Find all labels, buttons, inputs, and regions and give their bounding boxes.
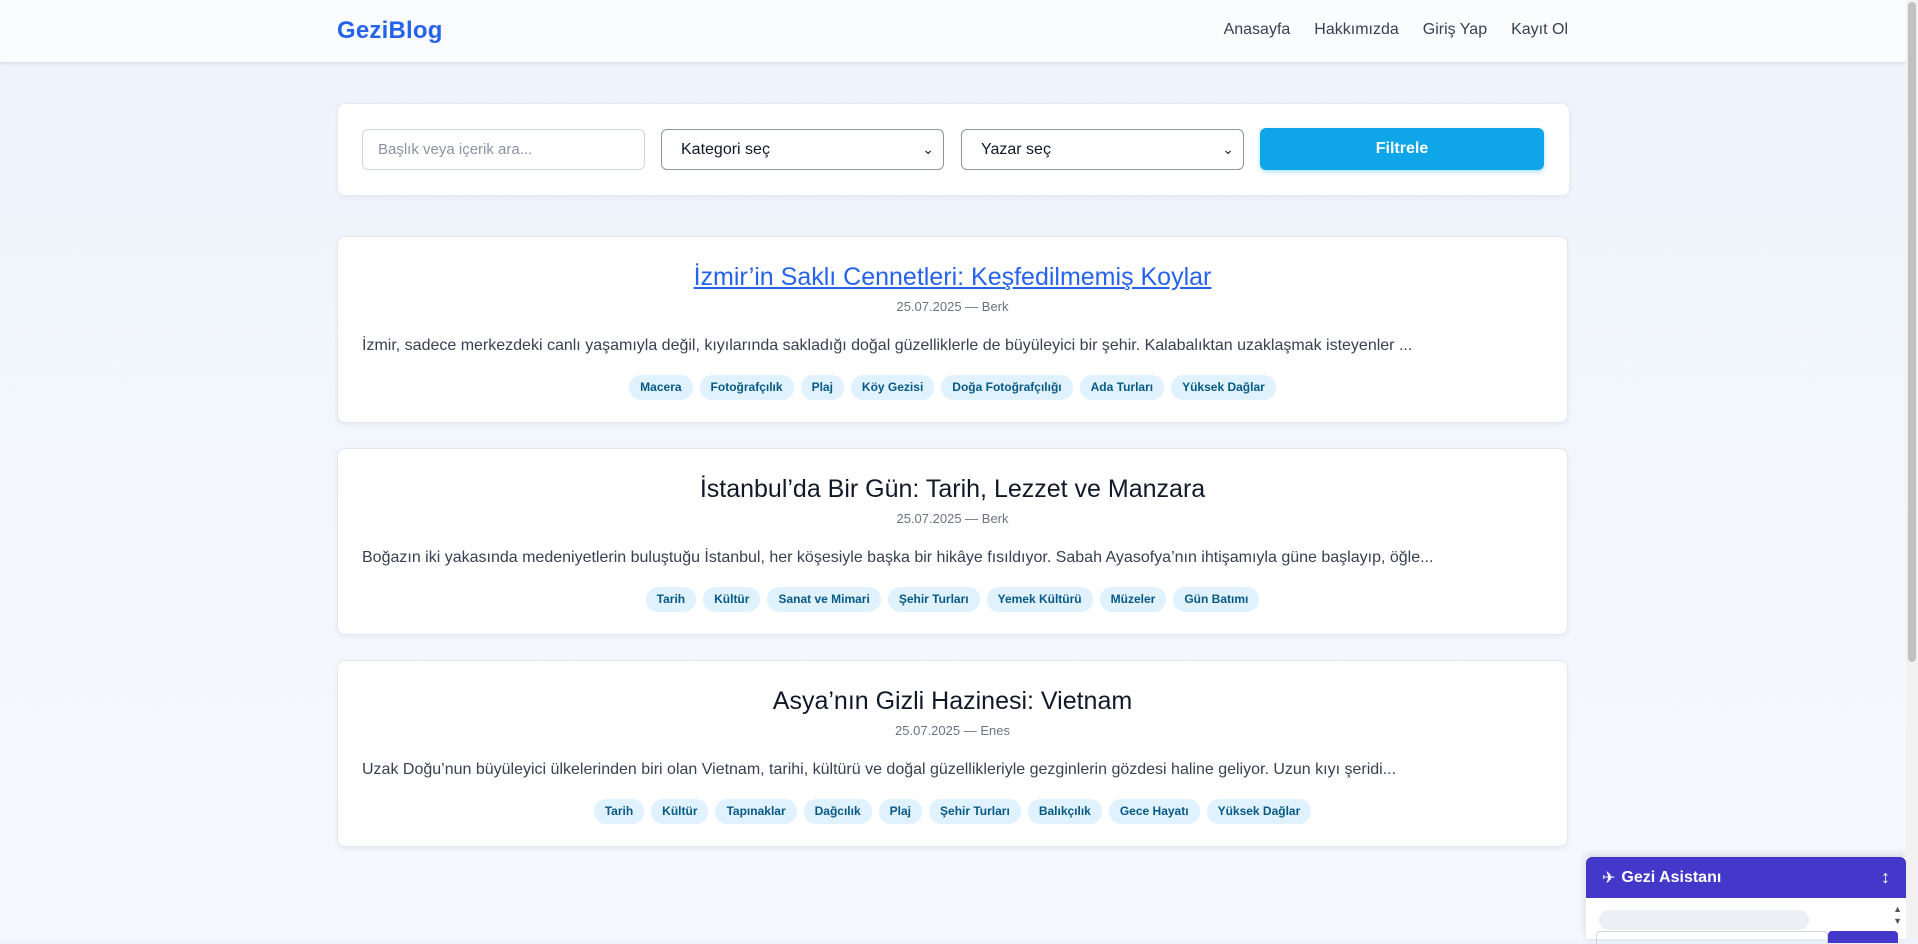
tag[interactable]: Dağcılık [803,799,872,824]
tag[interactable]: Köy Gezisi [850,375,935,400]
tag[interactable]: Sanat ve Mimari [767,587,881,612]
nav-link-home[interactable]: Anasayfa [1224,21,1291,39]
nav-link-login[interactable]: Giriş Yap [1423,21,1487,39]
chat-header[interactable]: ✈ Gezi Asistanı ↕ [1586,857,1906,898]
airplane-icon: ✈ [1602,869,1616,887]
scrollbar-thumb[interactable] [1908,2,1916,662]
post-card: İstanbul’da Bir Gün: Tarih, Lezzet ve Ma… [337,448,1568,635]
tag[interactable]: Tapınaklar [715,799,797,824]
post-title[interactable]: İstanbul’da Bir Gün: Tarih, Lezzet ve Ma… [338,475,1567,504]
tag[interactable]: Gün Batımı [1173,587,1260,612]
nav-link-register[interactable]: Kayıt Ol [1511,21,1568,39]
tag[interactable]: Doğa Fotoğrafçılığı [941,375,1073,400]
tag-list: Tarih Kültür Tapınaklar Dağcılık Plaj Şe… [338,799,1567,824]
post-excerpt: İzmir, sadece merkezdeki canlı yaşamıyla… [362,337,1413,354]
tag[interactable]: Tarih [645,587,697,612]
post-excerpt: Boğazın iki yakasında medeniyetlerin bul… [362,549,1434,566]
tag[interactable]: Fotoğrafçılık [699,375,794,400]
tag[interactable]: Yüksek Dağlar [1171,375,1276,400]
post-excerpt: Uzak Doğu’nun büyüleyici ülkelerinden bi… [362,761,1397,778]
tag[interactable]: Kültür [651,799,709,824]
top-navbar: GeziBlog Anasayfa Hakkımızda Giriş Yap K… [0,0,1906,62]
tag-list: Macera Fotoğrafçılık Plaj Köy Gezisi Doğ… [338,375,1567,400]
tag[interactable]: Plaj [878,799,923,824]
chat-title: Gezi Asistanı [1621,868,1722,886]
resize-toggle-icon[interactable]: ↕ [1881,867,1890,888]
brand-logo[interactable]: GeziBlog [337,17,443,45]
tag-list: Tarih Kültür Sanat ve Mimari Şehir Turla… [338,587,1567,612]
chat-widget: ✈ Gezi Asistanı ↕ ▲ ▼ [1586,857,1906,944]
author-select-value: Yazar seç [981,141,1051,158]
chat-send-button[interactable] [1828,931,1898,943]
post-title-link[interactable]: İzmir’in Saklı Cennetleri: Keşfedilmemiş… [338,263,1567,292]
tag[interactable]: Macera [629,375,693,400]
chat-scroll-arrows-icon[interactable]: ▲ ▼ [1893,903,1902,927]
chat-message-bubble [1599,910,1809,930]
tag[interactable]: Tarih [593,799,645,824]
main-nav: Anasayfa Hakkımızda Giriş Yap Kayıt Ol [1224,21,1568,39]
category-select[interactable]: Kategori seç ⌄ [661,129,944,170]
tag[interactable]: Müzeler [1099,587,1167,612]
filter-button[interactable]: Filtrele [1260,128,1544,170]
post-meta: 25.07.2025 — Berk [896,511,1009,526]
post-card: Asya’nın Gizli Hazinesi: Vietnam 25.07.2… [337,660,1568,847]
search-input[interactable] [362,129,645,170]
filter-panel: Kategori seç ⌄ Yazar seç ⌄ Filtrele [337,103,1570,196]
chevron-down-icon: ⌄ [1222,141,1234,157]
chat-input[interactable] [1596,931,1828,944]
post-meta: 25.07.2025 — Enes [895,723,1010,738]
post-card: İzmir’in Saklı Cennetleri: Keşfedilmemiş… [337,236,1568,423]
tag[interactable]: Yemek Kültürü [986,587,1093,612]
tag[interactable]: Balıkçılık [1027,799,1102,824]
tag[interactable]: Gece Hayatı [1108,799,1200,824]
tag[interactable]: Kültür [703,587,761,612]
chat-body: ▲ ▼ [1586,898,1906,944]
tag[interactable]: Ada Turları [1079,375,1165,400]
tag[interactable]: Şehir Turları [929,799,1021,824]
post-meta: 25.07.2025 — Berk [896,299,1009,314]
nav-link-about[interactable]: Hakkımızda [1314,21,1398,39]
tag[interactable]: Plaj [800,375,844,400]
category-select-value: Kategori seç [681,141,770,158]
tag[interactable]: Şehir Turları [887,587,980,612]
page-scrollbar[interactable] [1906,0,1918,939]
author-select[interactable]: Yazar seç ⌄ [961,129,1244,170]
post-title[interactable]: Asya’nın Gizli Hazinesi: Vietnam [338,687,1567,716]
tag[interactable]: Yüksek Dağlar [1206,799,1312,824]
chevron-down-icon: ⌄ [922,141,934,157]
